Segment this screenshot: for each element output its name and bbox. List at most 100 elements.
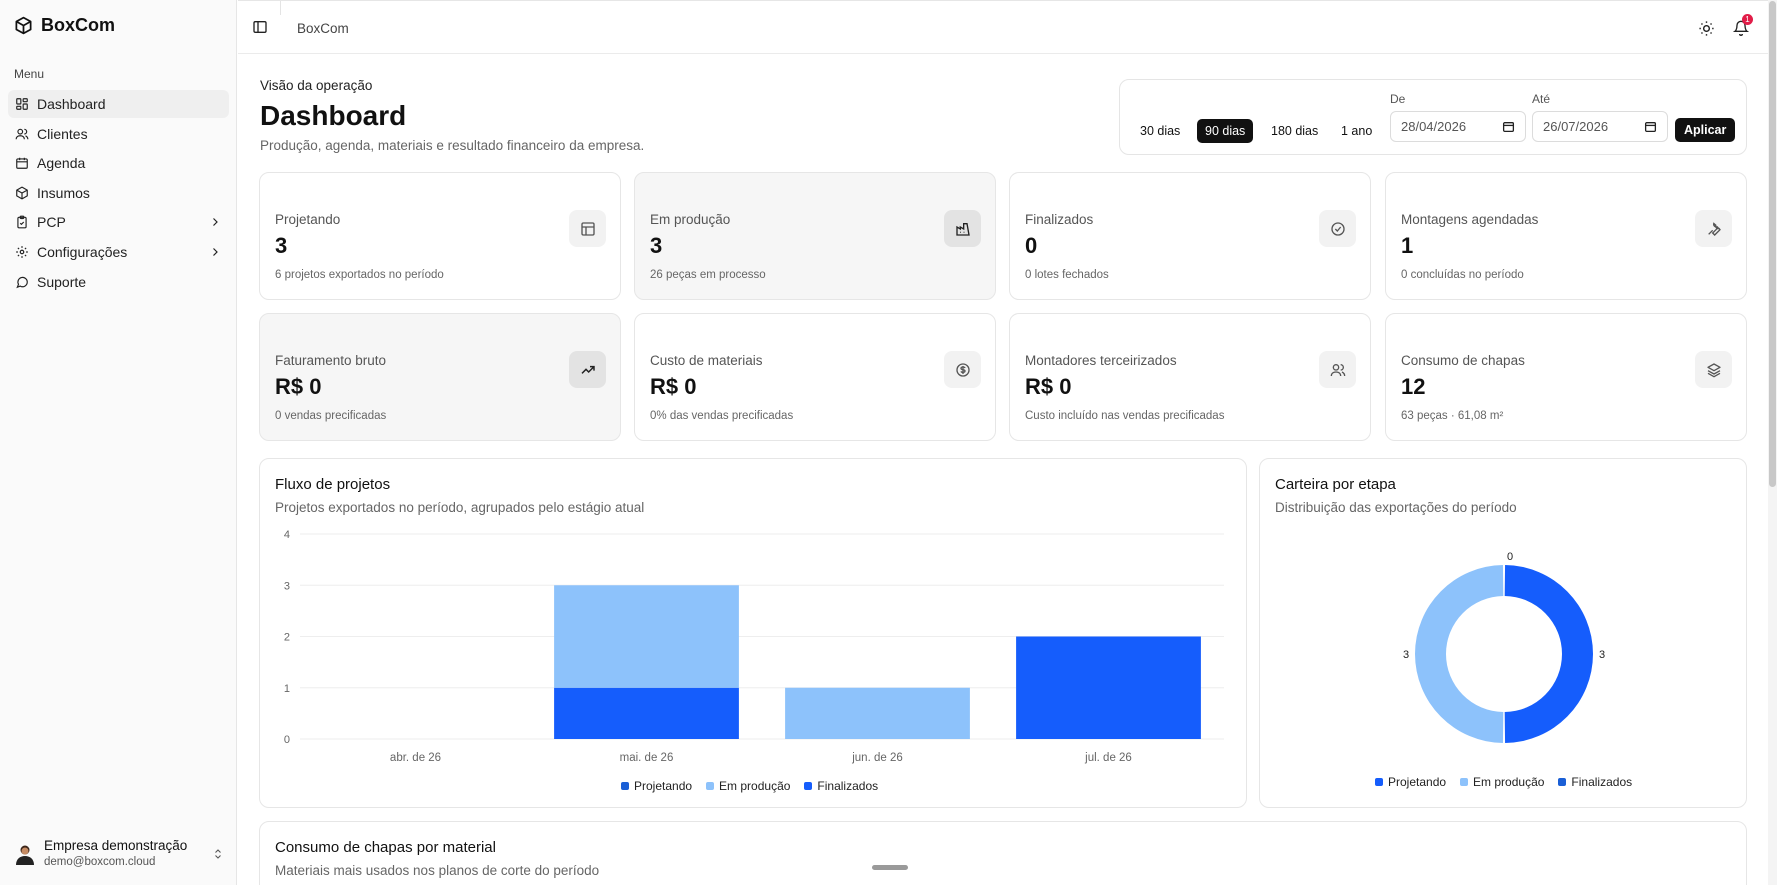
consumo-subtitle: Materiais mais usados nos planos de cort…: [275, 863, 600, 878]
sidebar: BoxCom Menu Dashboard Clientes Agenda In…: [0, 0, 237, 885]
layout-icon: [569, 210, 606, 247]
y-tick-label: 1: [284, 683, 290, 695]
sidebar-item-agenda[interactable]: Agenda: [8, 149, 229, 177]
sidebar-item-label: Clientes: [37, 125, 88, 142]
legend-swatch: [1460, 778, 1469, 786]
grid-icon: [16, 98, 28, 110]
sidebar-item-configuracoes[interactable]: Configurações: [8, 238, 229, 266]
dollar-circle-icon: [944, 351, 981, 388]
scrollbar[interactable]: [1768, 0, 1777, 885]
user-name: Empresa demonstração: [44, 838, 188, 853]
stat-value: 0: [1025, 233, 1038, 258]
range-30-button[interactable]: 30 dias: [1132, 119, 1188, 143]
stat-value: R$ 0: [650, 374, 697, 399]
stat-sub: 0 concluídas no período: [1401, 269, 1524, 281]
legend-swatch: [1375, 778, 1383, 786]
stat-label: Custo de materiais: [650, 353, 763, 368]
bar: [554, 687, 739, 739]
y-tick-label: 0: [284, 734, 290, 746]
x-tick-label: jun. de 26: [851, 752, 903, 764]
stat-value: 12: [1401, 374, 1426, 399]
legend-item: Finalizados: [1558, 775, 1632, 789]
stat-card-consumo-chapas: Consumo de chapas 12 63 peças · 61,08 m²: [1385, 313, 1747, 441]
sidebar-item-pcp[interactable]: PCP: [8, 208, 229, 236]
apply-button[interactable]: Aplicar: [1675, 118, 1736, 142]
sidebar-item-insumos[interactable]: Insumos: [8, 179, 229, 207]
stat-card-montagens: Montagens agendadas 1 0 concluídas no pe…: [1385, 172, 1747, 300]
legend-label: Projetando: [634, 779, 693, 793]
notification-badge: 1: [1742, 14, 1753, 25]
trend-up-icon: [569, 351, 606, 388]
user-menu[interactable]: Empresa demonstração demo@boxcom.cloud: [14, 838, 224, 870]
check-circle-icon: [1319, 210, 1356, 247]
stat-sub: 26 peças em processo: [650, 269, 766, 281]
range-90-button[interactable]: 90 dias: [1197, 119, 1254, 143]
from-date-input[interactable]: 28/04/2026: [1390, 111, 1526, 142]
sidebar-item-suporte[interactable]: Suporte: [8, 268, 229, 296]
stat-value: R$ 0: [1025, 374, 1072, 399]
stat-card-faturamento: Faturamento bruto R$ 0 0 vendas precific…: [259, 313, 621, 441]
legend-label: Finalizados: [1571, 775, 1633, 789]
legend-item: Em produção: [706, 779, 790, 793]
sidebar-item-label: Dashboard: [37, 96, 106, 112]
stat-sub: 6 projetos exportados no período: [275, 269, 444, 281]
legend-label: Em produção: [1473, 775, 1545, 789]
topbar: BoxCom 1: [238, 0, 1777, 54]
user-info: Empresa demonstração demo@boxcom.cloud: [44, 838, 204, 870]
chevron-right-icon: [213, 248, 218, 256]
stat-label: Em produção: [650, 212, 731, 227]
gear-icon: [16, 246, 28, 258]
wrench-icon: [1695, 210, 1732, 247]
chat-icon: [16, 276, 28, 288]
legend-label: Projetando: [1388, 775, 1447, 789]
stat-sub: 0% das vendas precificadas: [650, 410, 794, 422]
to-date-input[interactable]: 26/07/2026: [1532, 111, 1668, 142]
sidebar-item-dashboard[interactable]: Dashboard: [8, 90, 229, 118]
donut-label: 3: [1599, 649, 1605, 661]
bar: [785, 687, 970, 739]
menu-label: Menu: [14, 67, 45, 81]
stat-label: Montagens agendadas: [1401, 212, 1539, 227]
scrollbar-thumb[interactable]: [1769, 1, 1776, 487]
divider: [280, 1, 281, 15]
brand-name: BoxCom: [41, 15, 116, 35]
x-tick-label: jul. de 26: [1084, 752, 1132, 764]
sidebar-item-clientes[interactable]: Clientes: [8, 120, 229, 148]
stat-value: 1: [1401, 233, 1414, 258]
range-180-button[interactable]: 180 dias: [1263, 119, 1326, 143]
sun-icon[interactable]: [1698, 20, 1715, 37]
bar: [1016, 636, 1201, 739]
stat-label: Montadores terceirizados: [1025, 353, 1177, 368]
legend-item: Projetando: [621, 779, 692, 793]
cube-logo-icon: [15, 16, 32, 35]
breadcrumb[interactable]: BoxCom: [297, 21, 349, 36]
to-label: Até: [1532, 92, 1551, 106]
consumo-panel: Consumo de chapas por material Materiais…: [259, 821, 1747, 885]
brand[interactable]: BoxCom: [14, 15, 115, 36]
carteira-donut-chart: 3 3 0: [1403, 551, 1605, 743]
stat-card-em-producao: Em produção 3 26 peças em processo: [634, 172, 996, 300]
donut-slice: [1504, 565, 1593, 743]
sidebar-toggle-icon[interactable]: [252, 19, 268, 35]
donut-label: 3: [1403, 649, 1409, 661]
flow-bar-chart: 0 1 2 3 4 abr. de 26 mai. de 26 jun. de 26 jul. …: [284, 529, 1224, 764]
flow-chart-panel: Fluxo de projetos Projetos exportados no…: [259, 458, 1247, 808]
drag-handle[interactable]: [872, 865, 908, 870]
sidebar-item-label: Configurações: [37, 243, 128, 260]
users-icon: [1319, 351, 1356, 388]
stat-label: Projetando: [275, 212, 341, 227]
y-tick-label: 2: [284, 632, 290, 644]
y-tick-label: 3: [284, 580, 290, 592]
range-1y-button[interactable]: 1 ano: [1333, 119, 1380, 143]
stat-card-montadores: Montadores terceirizados R$ 0 Custo incl…: [1009, 313, 1371, 441]
legend-item: Projetando: [1375, 775, 1446, 789]
stat-label: Finalizados: [1025, 212, 1094, 227]
flow-chart-legend: Projetando Em produção Finalizados: [621, 779, 878, 793]
stat-sub: 0 vendas precificadas: [275, 410, 387, 422]
stat-value: 3: [650, 233, 663, 258]
carteira-panel: Carteira por etapa Distribuição das expo…: [1259, 458, 1747, 808]
stat-sub: 0 lotes fechados: [1025, 269, 1109, 281]
donut-label: 0: [1507, 551, 1513, 563]
chevron-right-icon: [213, 218, 218, 227]
page-eyebrow: Visão da operação: [260, 78, 373, 93]
